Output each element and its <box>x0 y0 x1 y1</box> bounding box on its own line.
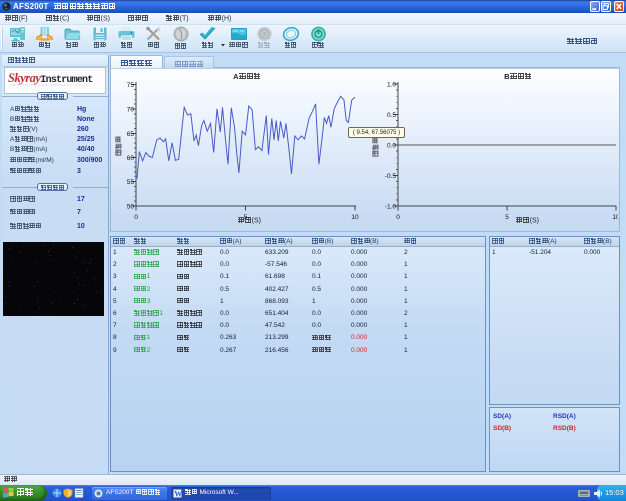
svg-text:10: 10 <box>612 214 618 221</box>
svg-text:0: 0 <box>396 214 400 221</box>
svg-text:75: 75 <box>127 82 135 89</box>
svg-text:65: 65 <box>127 131 135 138</box>
svg-text:50: 50 <box>127 204 135 211</box>
svg-text:1.0: 1.0 <box>387 82 396 89</box>
svg-text:W: W <box>174 490 182 499</box>
svg-text:55: 55 <box>127 179 135 186</box>
svg-text:70: 70 <box>127 107 135 114</box>
svg-text:0.0: 0.0 <box>387 143 396 150</box>
svg-text:10: 10 <box>351 214 359 221</box>
svg-text:-0.5: -0.5 <box>385 173 397 180</box>
svg-text:5: 5 <box>505 214 509 221</box>
svg-text:-1.0: -1.0 <box>385 204 397 211</box>
svg-text:0.5: 0.5 <box>387 112 396 119</box>
svg-text:0: 0 <box>134 214 138 221</box>
svg-text:60: 60 <box>127 155 135 162</box>
